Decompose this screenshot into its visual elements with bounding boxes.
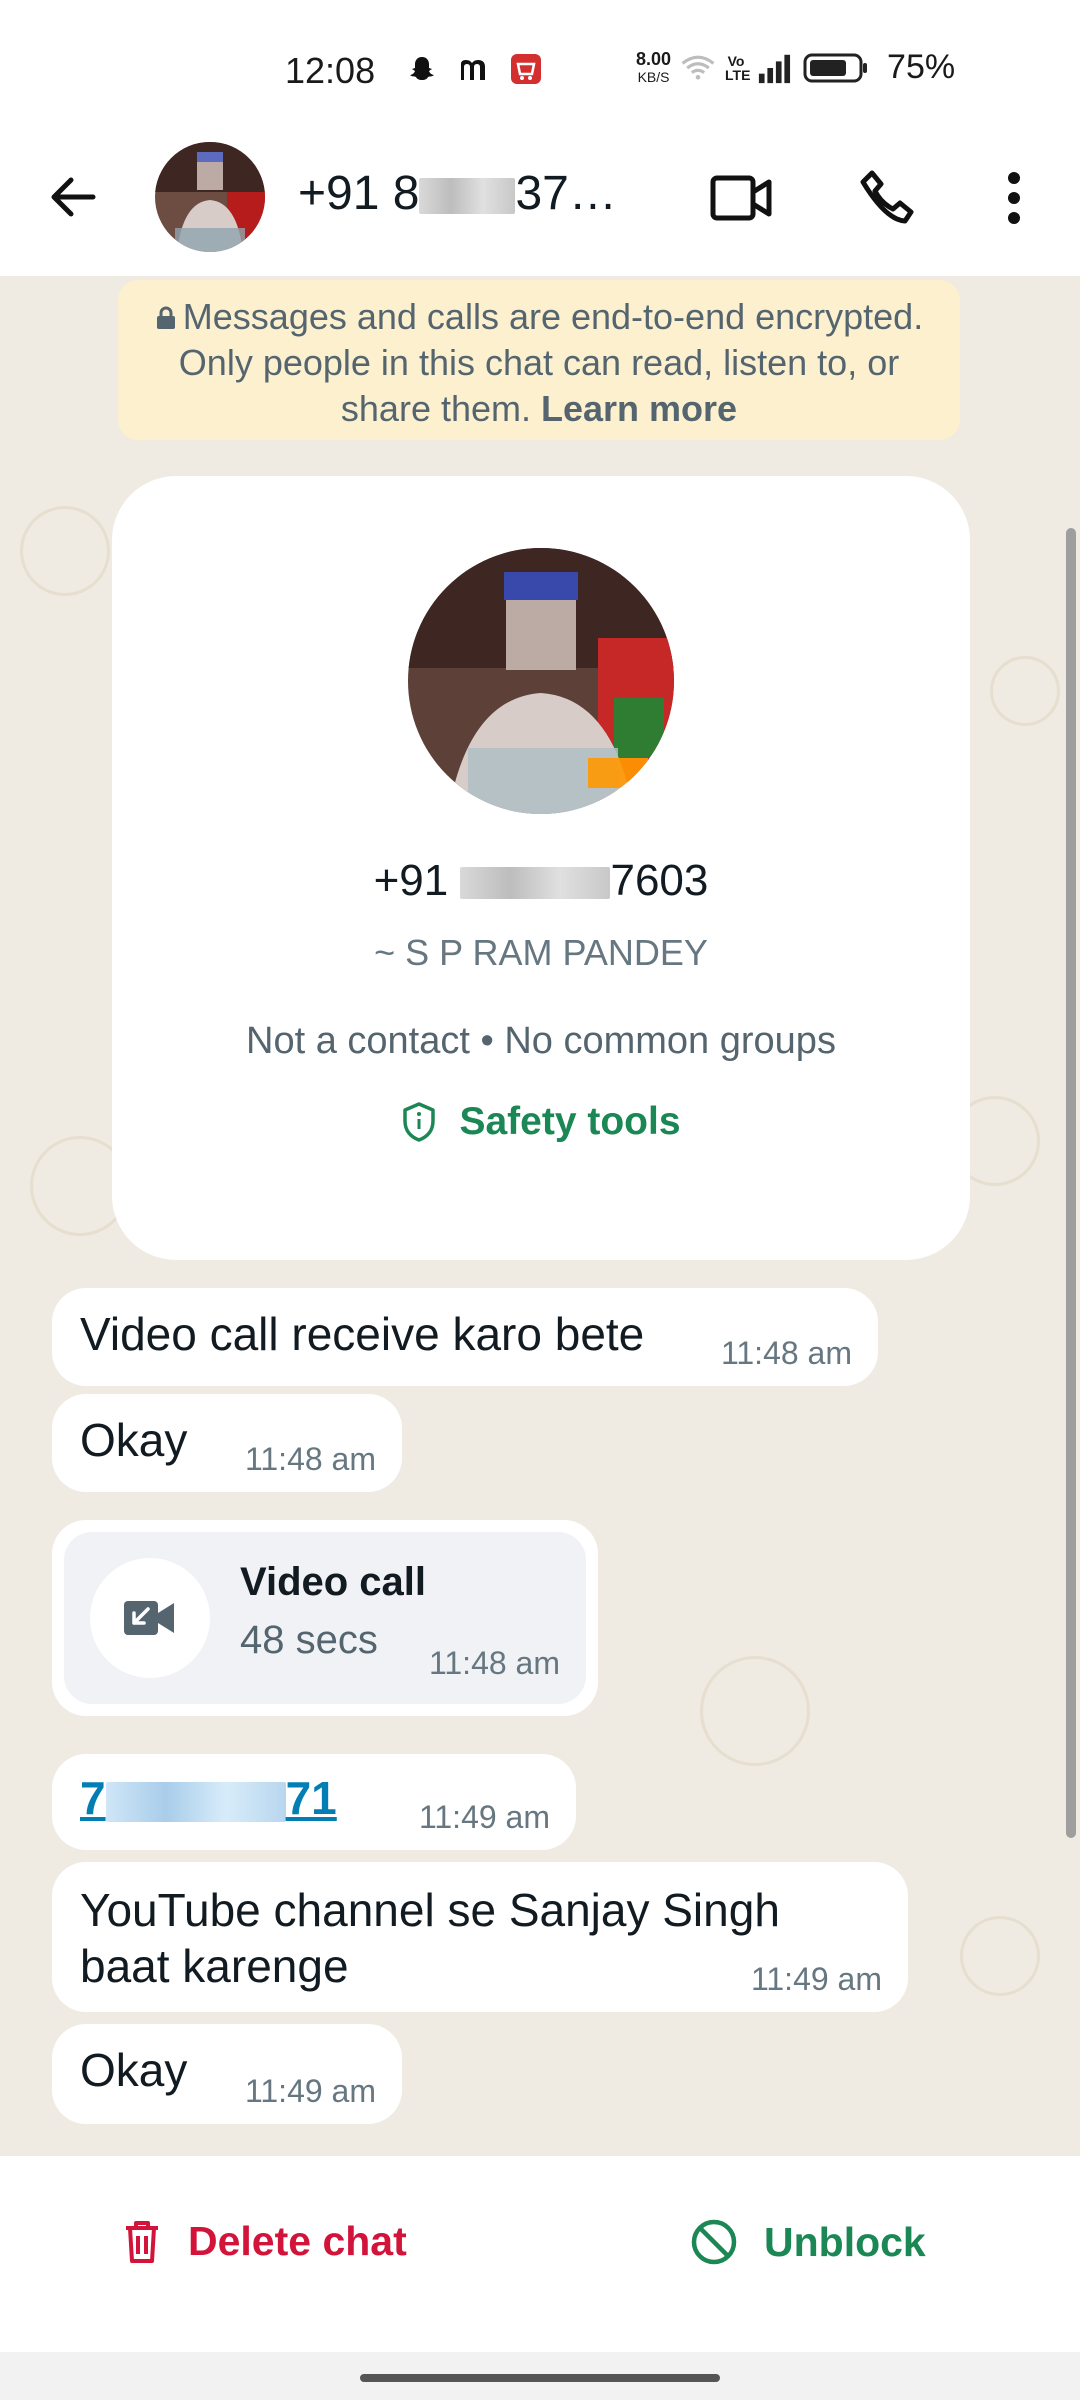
system-nav-bar — [0, 2352, 1080, 2400]
message-bubble[interactable]: 7 71 11:49 am — [52, 1754, 576, 1850]
shield-icon — [403, 1102, 436, 1142]
redacted-block — [460, 867, 611, 900]
encryption-banner[interactable]: Messages and calls are end-to-end encryp… — [118, 280, 960, 440]
unblock-button[interactable]: Unblock — [690, 2218, 926, 2266]
message-text: Okay — [80, 1414, 188, 1466]
redacted-block — [105, 1781, 286, 1822]
chat-header: +91 8 37… — [0, 136, 1080, 276]
more-vert-icon — [1008, 172, 1020, 224]
back-button[interactable] — [38, 162, 108, 232]
chat-title-prefix: +91 8 — [298, 167, 420, 220]
missed-video-call-icon — [90, 1558, 210, 1678]
snapchat-icon — [405, 52, 439, 86]
message-time: 11:49 am — [244, 2073, 376, 2109]
message-time: 11:48 am — [244, 1441, 376, 1477]
chat-title[interactable]: +91 8 37… — [298, 166, 658, 221]
network-speed-value: 8.00 — [636, 48, 672, 69]
blocked-actions-bar: Delete chat Unblock — [0, 2156, 1080, 2352]
wifi-icon — [681, 51, 715, 85]
phone-link[interactable]: 7 71 — [80, 1770, 337, 1826]
profile-name: ~ S P RAM PANDEY — [374, 932, 708, 973]
contact-profile-card: +91 7603 ~ S P RAM PANDEY Not a contact … — [112, 476, 970, 1260]
video-call-button[interactable] — [702, 158, 782, 238]
delete-chat-label: Delete chat — [188, 2218, 407, 2264]
status-bar: 12:08 8.00 KB/S Vo LTE 75% — [0, 0, 1080, 136]
chat-title-suffix: 37… — [515, 167, 617, 220]
network-speed-unit: KB/S — [637, 68, 670, 85]
message-bubble[interactable]: Okay 11:48 am — [52, 1394, 402, 1492]
profile-photo[interactable] — [408, 548, 674, 814]
phone-link-prefix: 7 — [80, 1772, 106, 1824]
wallpaper-doodle — [20, 506, 110, 596]
trash-icon — [126, 2220, 158, 2263]
voice-call-button[interactable] — [848, 158, 928, 238]
signal-icon — [757, 51, 791, 85]
profile-phone-prefix: +91 — [373, 856, 449, 905]
wallpaper-doodle — [700, 1656, 810, 1766]
safety-tools-label: Safety tools — [459, 1100, 681, 1143]
chat-scrollbar[interactable] — [1066, 528, 1076, 1838]
m-app-icon — [457, 52, 491, 86]
status-time: 12:08 — [285, 50, 376, 91]
contact-avatar[interactable] — [155, 142, 265, 252]
battery-percent: 75% — [887, 48, 956, 86]
network-speed: 8.00 KB/S — [636, 50, 671, 86]
wallpaper-doodle — [960, 1916, 1040, 1996]
video-camera-icon — [710, 175, 772, 221]
shopping-app-icon — [509, 52, 543, 86]
wallpaper-doodle — [990, 656, 1060, 726]
profile-phone-number: +91 7603 — [112, 856, 970, 906]
notification-icons — [405, 52, 543, 86]
volte-indicator: Vo LTE — [725, 52, 751, 83]
phone-link-suffix: 71 — [285, 1772, 337, 1824]
message-text: Okay — [80, 2044, 188, 2096]
redacted-block — [419, 178, 516, 215]
battery-icon — [801, 51, 871, 85]
learn-more-link[interactable]: Learn more — [541, 388, 737, 429]
message-time: 11:49 am — [750, 1961, 882, 1997]
message-time: 11:48 am — [720, 1335, 852, 1371]
profile-phone-suffix: 7603 — [610, 856, 709, 905]
message-time: 11:49 am — [418, 1799, 550, 1835]
message-bubble[interactable]: Okay 11:49 am — [52, 2024, 402, 2124]
unblock-label: Unblock — [764, 2218, 926, 2265]
safety-tools-button[interactable]: Safety tools — [112, 1100, 970, 1144]
phone-icon — [860, 170, 914, 224]
video-call-duration: 48 secs — [240, 1618, 378, 1662]
message-time: 11:48 am — [428, 1645, 560, 1681]
message-bubble[interactable]: Video call receive karo bete 11:48 am — [52, 1288, 878, 1386]
video-call-bubble[interactable]: Video call 48 secs 11:48 am — [52, 1520, 598, 1716]
more-options-button[interactable] — [974, 158, 1054, 238]
message-text: Video call receive karo bete — [80, 1308, 645, 1360]
profile-meta: Not a contact • No common groups — [246, 1020, 836, 1062]
block-icon — [691, 2219, 737, 2265]
back-arrow-icon — [51, 177, 96, 217]
video-call-title: Video call — [240, 1560, 427, 1604]
message-text: YouTube channel se Sanjay Singh baat kar… — [80, 1884, 780, 1992]
home-gesture-handle[interactable] — [360, 2374, 720, 2382]
chat-area[interactable]: Messages and calls are end-to-end encryp… — [0, 276, 1080, 2156]
lock-icon — [156, 306, 175, 329]
delete-chat-button[interactable]: Delete chat — [122, 2218, 407, 2265]
system-indicators: 8.00 KB/S Vo LTE 75% — [636, 48, 955, 87]
video-call-card[interactable]: Video call 48 secs 11:48 am — [64, 1532, 586, 1704]
message-bubble[interactable]: YouTube channel se Sanjay Singh baat kar… — [52, 1862, 908, 2012]
